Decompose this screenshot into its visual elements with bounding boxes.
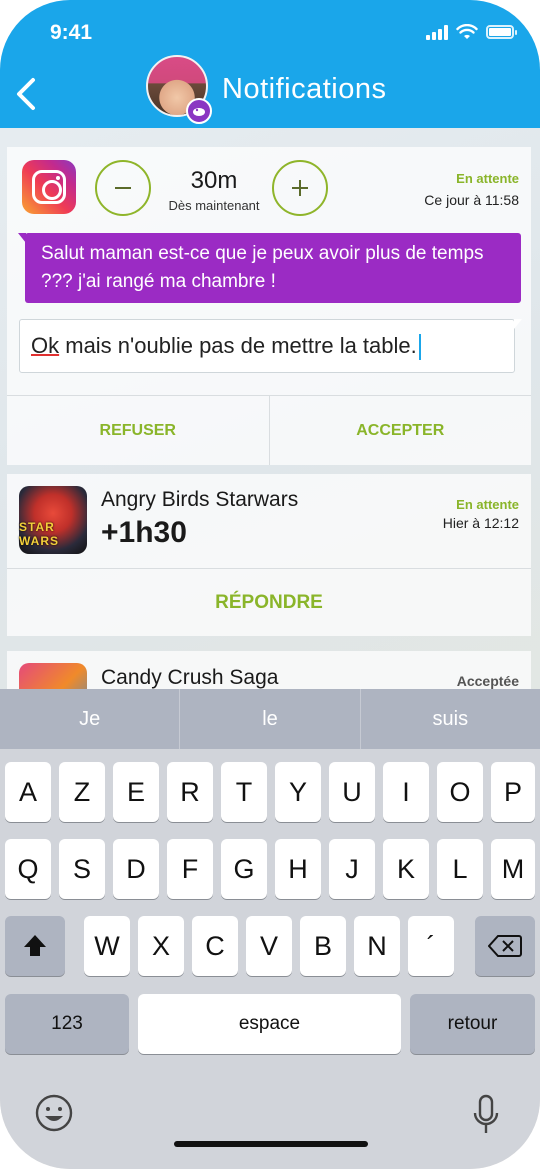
- home-indicator[interactable]: [174, 1141, 368, 1147]
- minus-icon: [115, 187, 131, 189]
- key-c[interactable]: C: [192, 916, 238, 976]
- key-n[interactable]: N: [354, 916, 400, 976]
- key-b[interactable]: B: [300, 916, 346, 976]
- key-s[interactable]: S: [59, 839, 105, 899]
- key-p[interactable]: P: [491, 762, 535, 822]
- increase-time-button[interactable]: [272, 160, 328, 216]
- decrease-time-button[interactable]: [95, 160, 151, 216]
- suggestion-bar: Je le suis: [0, 689, 540, 749]
- key-h[interactable]: H: [275, 839, 321, 899]
- phone-screen: 9:41 Notifications 30m Dès maintenant En…: [0, 0, 540, 1169]
- decision-actions: REFUSER ACCEPTER: [7, 395, 531, 465]
- app-name: Candy Crush Saga: [101, 666, 279, 689]
- cellular-signal-icon: [426, 24, 448, 40]
- app-name: Angry Birds Starwars: [101, 488, 299, 511]
- key-g[interactable]: G: [221, 839, 267, 899]
- key-d[interactable]: D: [113, 839, 159, 899]
- key-accent[interactable]: ´: [408, 916, 454, 976]
- shift-key[interactable]: [5, 916, 65, 976]
- key-z[interactable]: Z: [59, 762, 105, 822]
- text-caret: [418, 334, 421, 361]
- plus-icon: [292, 180, 308, 196]
- notification-card-angry-birds: STAR WARS Angry Birds Starwars +1h30 En …: [7, 474, 531, 636]
- key-w[interactable]: W: [84, 916, 130, 976]
- refuse-button[interactable]: REFUSER: [7, 396, 269, 465]
- backspace-key[interactable]: [475, 916, 535, 976]
- key-k[interactable]: K: [383, 839, 429, 899]
- respond-button[interactable]: RÉPONDRE: [7, 568, 531, 636]
- key-l[interactable]: L: [437, 839, 483, 899]
- key-t[interactable]: T: [221, 762, 267, 822]
- angry-birds-starwars-icon: STAR WARS: [19, 486, 87, 554]
- status-badge: En attente: [456, 171, 519, 186]
- key-y[interactable]: Y: [275, 762, 321, 822]
- notification-card-instagram: 30m Dès maintenant En attente Ce jour à …: [7, 147, 531, 465]
- status-time: 9:41: [50, 21, 93, 44]
- status-badge: Acceptée: [456, 673, 519, 689]
- status-badge: En attente: [456, 497, 519, 512]
- dictation-button[interactable]: [472, 1093, 500, 1137]
- instagram-icon: [22, 160, 76, 214]
- suggestion-3[interactable]: suis: [359, 689, 540, 749]
- reply-text-first: Ok: [31, 333, 60, 358]
- reply-input[interactable]: Ok mais n'oublie pas de mettre la table.: [19, 319, 522, 373]
- reply-text-rest: mais n'oublie pas de mettre la table.: [59, 333, 417, 358]
- shift-icon: [24, 935, 46, 956]
- key-f[interactable]: F: [167, 839, 213, 899]
- backspace-icon: [488, 935, 522, 957]
- duration-value: 30m: [190, 167, 238, 194]
- key-x[interactable]: X: [138, 916, 184, 976]
- microphone-icon: [473, 1094, 499, 1133]
- child-message-bubble: Salut maman est-ce que je peux avoir plu…: [18, 233, 521, 303]
- time-request: +1h30: [101, 516, 187, 549]
- emoji-button[interactable]: [34, 1093, 74, 1133]
- avatar-badge-icon: [186, 98, 212, 124]
- battery-icon: [486, 25, 517, 39]
- accept-button[interactable]: ACCEPTER: [268, 396, 532, 465]
- key-r[interactable]: R: [167, 762, 213, 822]
- suggestion-1[interactable]: Je: [0, 689, 179, 749]
- key-v[interactable]: V: [246, 916, 292, 976]
- app-header: 9:41 Notifications: [0, 0, 540, 128]
- key-a[interactable]: A: [5, 762, 51, 822]
- numbers-key[interactable]: 123: [5, 994, 129, 1054]
- duration-start: Dès maintenant: [168, 198, 260, 213]
- back-button[interactable]: [8, 72, 44, 116]
- wifi-icon: [456, 24, 478, 39]
- page-title: Notifications: [222, 73, 387, 105]
- request-time: Ce jour à 11:58: [424, 192, 519, 208]
- request-time: Hier à 12:12: [442, 515, 519, 531]
- keyboard: Je le suis A Z E R T Y U I O P Q S D F G…: [0, 689, 540, 1169]
- key-u[interactable]: U: [329, 762, 375, 822]
- status-icons: [426, 24, 517, 40]
- emoji-icon: [35, 1094, 73, 1132]
- key-j[interactable]: J: [329, 839, 375, 899]
- back-chevron-icon: [17, 78, 35, 110]
- key-m[interactable]: M: [491, 839, 535, 899]
- key-e[interactable]: E: [113, 762, 159, 822]
- return-key[interactable]: retour: [410, 994, 535, 1054]
- key-o[interactable]: O: [437, 762, 483, 822]
- key-i[interactable]: I: [383, 762, 429, 822]
- space-key[interactable]: espace: [138, 994, 401, 1054]
- suggestion-2[interactable]: le: [179, 689, 359, 749]
- app-icon-label: STAR WARS: [19, 520, 59, 548]
- key-q[interactable]: Q: [5, 839, 51, 899]
